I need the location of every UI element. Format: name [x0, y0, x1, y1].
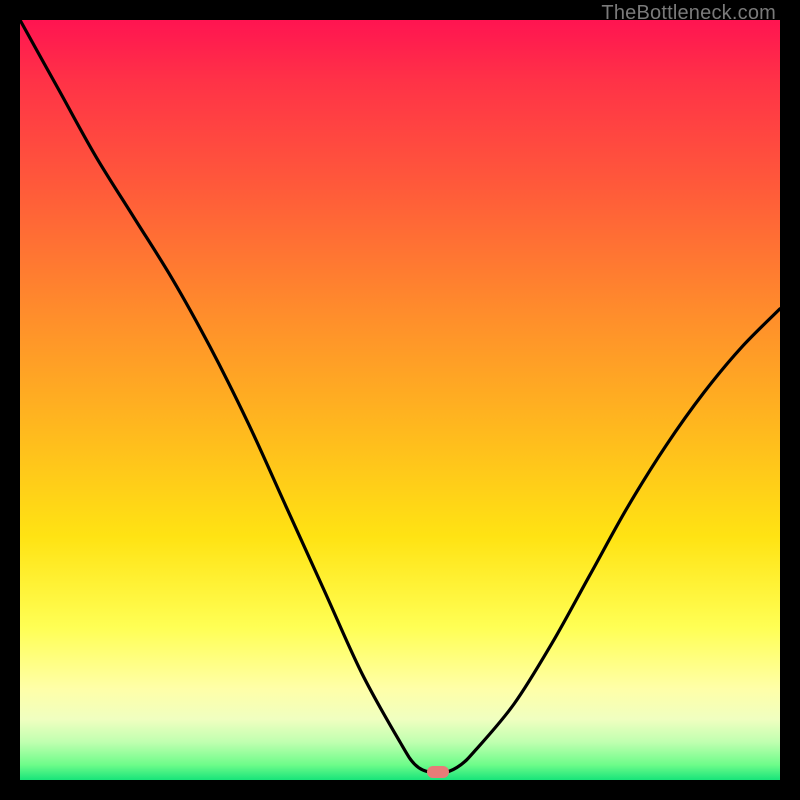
bottleneck-marker: [427, 766, 449, 778]
curve-path: [20, 20, 780, 773]
bottleneck-curve: [20, 20, 780, 780]
plot-area: [20, 20, 780, 780]
chart-frame: TheBottleneck.com: [0, 0, 800, 800]
